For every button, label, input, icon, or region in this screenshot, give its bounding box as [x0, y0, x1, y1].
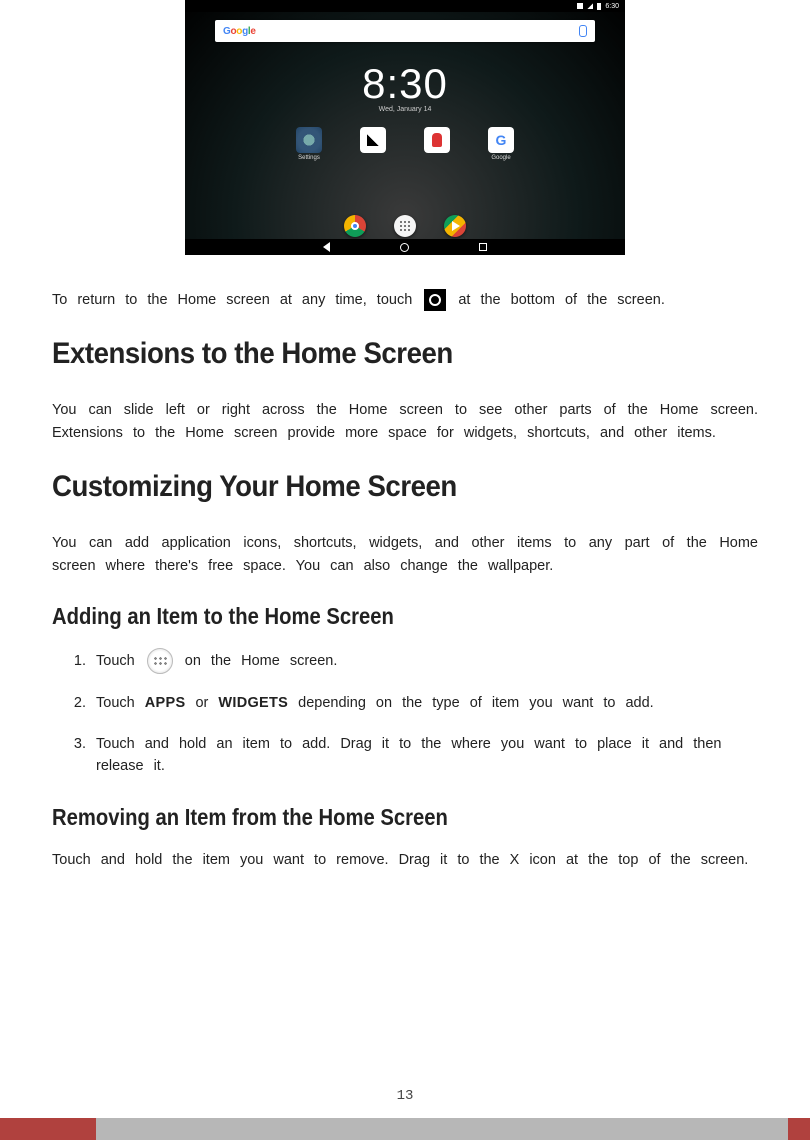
- signal-icon: [587, 3, 593, 9]
- list-item: Touch on the Home screen.: [96, 648, 758, 674]
- page-number: 13: [0, 1088, 810, 1104]
- recents-icon: [479, 243, 487, 251]
- list-item: Touch and hold an item to add. Drag it t…: [96, 733, 758, 778]
- google-icon: G: [488, 127, 514, 153]
- chrome-icon: [344, 215, 366, 237]
- heading-removing-item: Removing an Item from the Home Screen: [52, 804, 673, 831]
- text: depending on the type of item you want t…: [288, 695, 654, 711]
- hand-icon: [424, 127, 450, 153]
- pen-icon: [360, 127, 386, 153]
- clock-date: Wed, January 14: [185, 106, 625, 113]
- gear-icon: [296, 127, 322, 153]
- dock: [185, 215, 625, 237]
- app-google: G Google: [484, 127, 518, 161]
- text: or: [185, 695, 218, 711]
- app-notes: [356, 127, 390, 161]
- home-button-icon: [424, 289, 446, 311]
- paragraph-return-home: To return to the Home screen at any time…: [52, 289, 758, 311]
- app-row: Settings G Google: [185, 127, 625, 161]
- heading-customizing: Customizing Your Home Screen: [52, 470, 702, 504]
- back-icon: [323, 242, 330, 252]
- text-bold: APPS: [145, 695, 186, 711]
- text: at the bottom of the screen.: [458, 292, 665, 308]
- paragraph-extensions: You can slide left or right across the H…: [52, 399, 758, 444]
- google-logo-icon: Google: [223, 26, 256, 37]
- heading-extensions: Extensions to the Home Screen: [52, 337, 702, 371]
- mic-icon: [579, 25, 587, 37]
- clock-time: 8:30: [185, 60, 625, 108]
- list-item: Touch APPS or WIDGETS depending on the t…: [96, 692, 758, 714]
- android-home-screenshot: 6:30 Google 8:30 Wed, January 14 Setting…: [185, 0, 625, 255]
- battery-icon: [597, 3, 601, 10]
- android-nav-bar: [185, 239, 625, 255]
- text: Touch: [96, 695, 145, 711]
- text: To return to the Home screen at any time…: [52, 292, 412, 308]
- wifi-icon: [577, 3, 583, 9]
- app-touch: [420, 127, 454, 161]
- status-time: 6:30: [605, 3, 619, 10]
- app-label: Google: [491, 155, 510, 161]
- paragraph-removing: Touch and hold the item you want to remo…: [52, 849, 758, 871]
- paragraph-customizing: You can add application icons, shortcuts…: [52, 532, 758, 577]
- google-search-bar: Google: [215, 20, 595, 42]
- status-bar: 6:30: [185, 0, 625, 12]
- app-settings: Settings: [292, 127, 326, 161]
- app-label: Settings: [298, 155, 320, 161]
- text-bold: WIDGETS: [218, 695, 288, 711]
- footer-bar: [0, 1118, 810, 1140]
- home-icon: [400, 243, 409, 252]
- clock-widget: 8:30 Wed, January 14: [185, 60, 625, 113]
- text: Touch: [96, 653, 145, 669]
- apps-drawer-icon: [394, 215, 416, 237]
- adding-item-steps: Touch on the Home screen. Touch APPS or …: [52, 648, 758, 777]
- apps-drawer-icon: [147, 648, 173, 674]
- play-store-icon: [444, 215, 466, 237]
- heading-adding-item: Adding an Item to the Home Screen: [52, 603, 673, 630]
- text: on the Home screen.: [185, 653, 338, 669]
